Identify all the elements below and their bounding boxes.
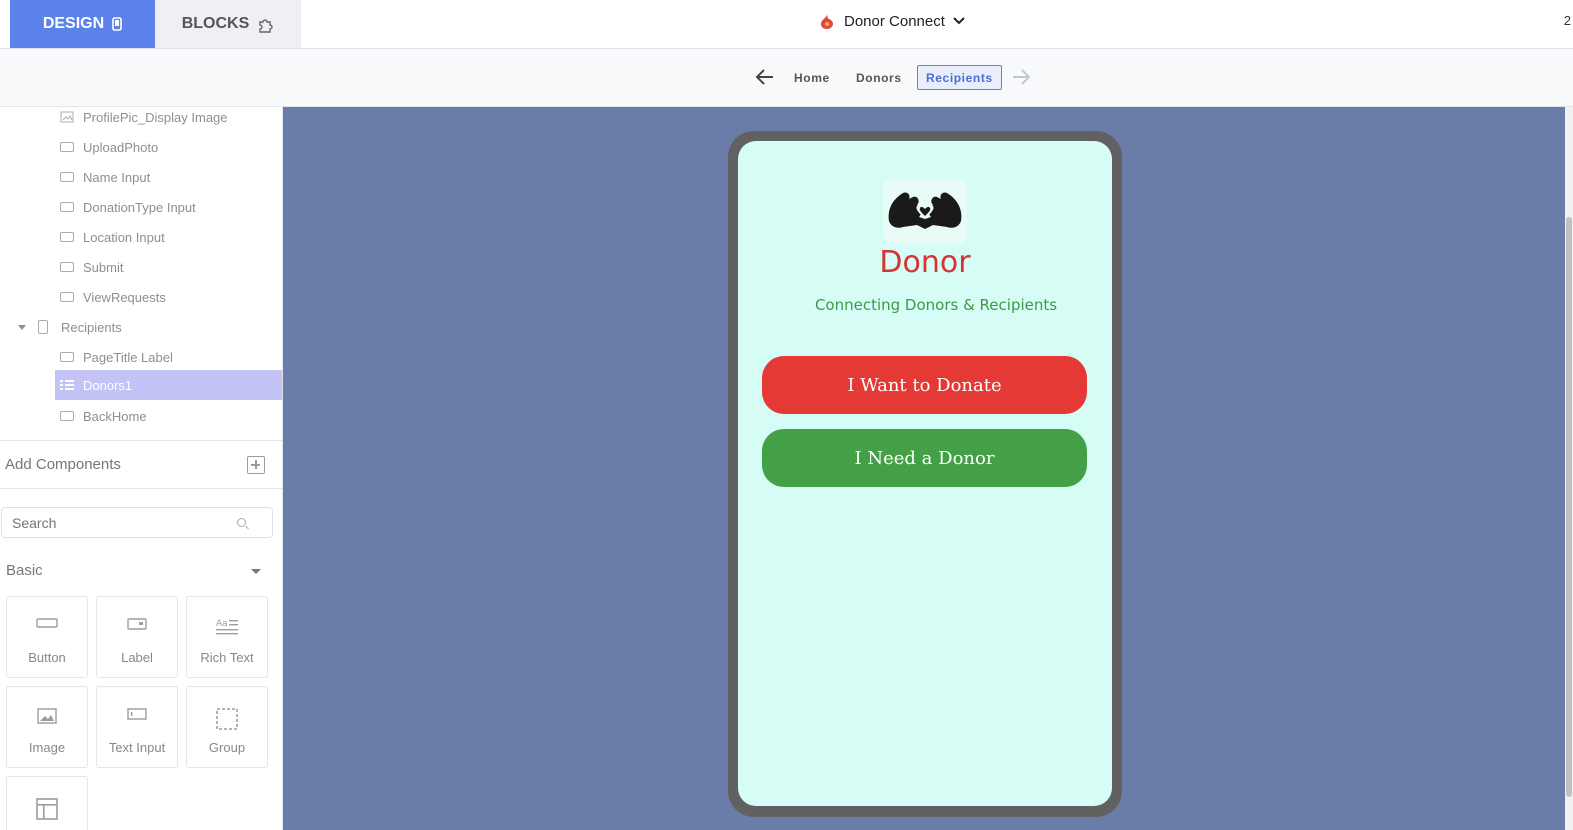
design-tab[interactable]: DESIGN [10, 0, 155, 48]
tree-item-label: Location Input [83, 229, 165, 245]
caret-down-icon[interactable] [18, 324, 26, 330]
tree-item[interactable]: ProfilePic_Display Image [0, 107, 282, 132]
chevron-down-icon [953, 17, 965, 25]
component-tile-label[interactable]: Label [96, 596, 178, 678]
group-icon [216, 708, 238, 730]
text-input-icon [60, 202, 74, 212]
tile-label: Label [121, 650, 153, 665]
tree-item-label: PageTitle Label [83, 349, 173, 365]
top-bar: DESIGN BLOCKS Donor Connect 2 [0, 0, 1573, 49]
image-icon [60, 111, 74, 123]
component-tile-text-input[interactable]: Text Input [96, 686, 178, 768]
category-basic[interactable]: Basic [6, 562, 271, 582]
tile-label: Group [208, 740, 246, 755]
tree-item-label: Name Input [83, 169, 151, 185]
tree-item-label: BackHome [83, 408, 147, 424]
tree-item-label: UploadPhoto [83, 139, 159, 155]
button-icon [60, 142, 74, 152]
scrollbar-thumb[interactable] [1566, 217, 1572, 797]
phone-frame: Donor Connecting Donors & Recipients I W… [728, 131, 1122, 817]
tree-item-selected[interactable]: Donors1 [55, 370, 282, 400]
tree-item[interactable]: Submit [0, 252, 282, 282]
tree-item[interactable]: Location Input [0, 222, 282, 252]
tree-item[interactable]: DonationType Input [0, 192, 282, 222]
component-tile-rich-text[interactable]: Aa Rich Text [186, 596, 268, 678]
tree-item-label: Donors1 [83, 377, 133, 393]
heart-hands-icon [888, 192, 962, 229]
add-components-title: Add Components [5, 456, 121, 473]
top-right-counter: 2 [1563, 13, 1571, 28]
button-icon [36, 618, 58, 628]
component-tile-layout[interactable] [6, 776, 88, 830]
sidebar: ProfilePic_Display Image UploadPhoto Nam… [0, 107, 283, 830]
nav-recipients[interactable]: Recipients [917, 65, 1002, 90]
tree-item-recipients-screen[interactable]: Recipients [0, 312, 282, 342]
tree-item[interactable]: PageTitle Label [0, 342, 282, 372]
tile-label: Text Input [108, 740, 166, 755]
need-donor-button[interactable]: I Need a Donor [762, 429, 1087, 487]
rich-text-icon: Aa [216, 619, 238, 635]
button-icon [60, 411, 74, 421]
text-input-icon [60, 172, 74, 182]
add-square-icon[interactable] [247, 456, 265, 474]
category-label: Basic [6, 562, 43, 579]
tree-item[interactable]: Name Input [0, 162, 282, 192]
donate-button[interactable]: I Want to Donate [762, 356, 1087, 414]
button-icon [60, 292, 74, 302]
tile-label: Button [28, 650, 66, 665]
canvas-scrollbar[interactable] [1565, 107, 1573, 830]
caret-down-icon[interactable] [251, 569, 261, 574]
arrow-left-icon[interactable] [754, 66, 776, 88]
heart-hands-logo[interactable] [883, 179, 967, 243]
arrow-right-icon[interactable] [1010, 66, 1032, 88]
label-icon [127, 618, 147, 630]
tree-item-label: DonationType Input [83, 199, 196, 215]
tree-item-label: Submit [83, 259, 124, 275]
text-input-icon [127, 708, 147, 720]
app-switcher[interactable]: Donor Connect [818, 10, 965, 32]
tile-label: Rich Text [200, 650, 254, 665]
screen-navigation: Home Donors Recipients [0, 49, 1573, 107]
tree-item[interactable]: UploadPhoto [0, 132, 282, 162]
tree-item-label: ProfilePic_Display Image [83, 109, 228, 125]
component-search[interactable] [1, 507, 273, 538]
tree-item-label: ViewRequests [83, 289, 166, 305]
app-name: Donor Connect [844, 12, 945, 30]
component-tile-group[interactable]: Group [186, 686, 268, 768]
add-components-header: Add Components [0, 441, 282, 489]
tree-item[interactable]: BackHome [0, 401, 282, 431]
mobile-icon [112, 17, 122, 31]
design-tab-label: DESIGN [42, 15, 105, 32]
component-tile-button[interactable]: Button [6, 596, 88, 678]
list-icon [60, 380, 74, 390]
layout-icon [36, 798, 58, 820]
text-input-icon [60, 232, 74, 242]
puzzle-icon [259, 18, 273, 33]
tile-label: Image [28, 740, 66, 755]
svg-text:Aa: Aa [216, 619, 228, 629]
image-icon [37, 708, 57, 724]
tree-item[interactable]: ViewRequests [0, 282, 282, 312]
component-tile-image[interactable]: Image [6, 686, 88, 768]
app-screen[interactable]: Donor Connecting Donors & Recipients I W… [738, 141, 1112, 806]
button-icon [60, 262, 74, 272]
app-title: Donor [879, 245, 971, 280]
search-input[interactable] [12, 514, 237, 531]
app-logo-icon [821, 15, 833, 29]
nav-donors[interactable]: Donors [856, 71, 902, 85]
blocks-tab[interactable]: BLOCKS [155, 0, 301, 48]
nav-home[interactable]: Home [794, 71, 830, 85]
mobile-icon [38, 320, 48, 334]
search-icon [237, 518, 246, 527]
blocks-tab-label: BLOCKS [181, 15, 250, 32]
app-subtitle: Connecting Donors & Recipients [814, 296, 1058, 314]
label-icon [60, 352, 74, 362]
tree-item-label: Recipients [61, 319, 122, 335]
